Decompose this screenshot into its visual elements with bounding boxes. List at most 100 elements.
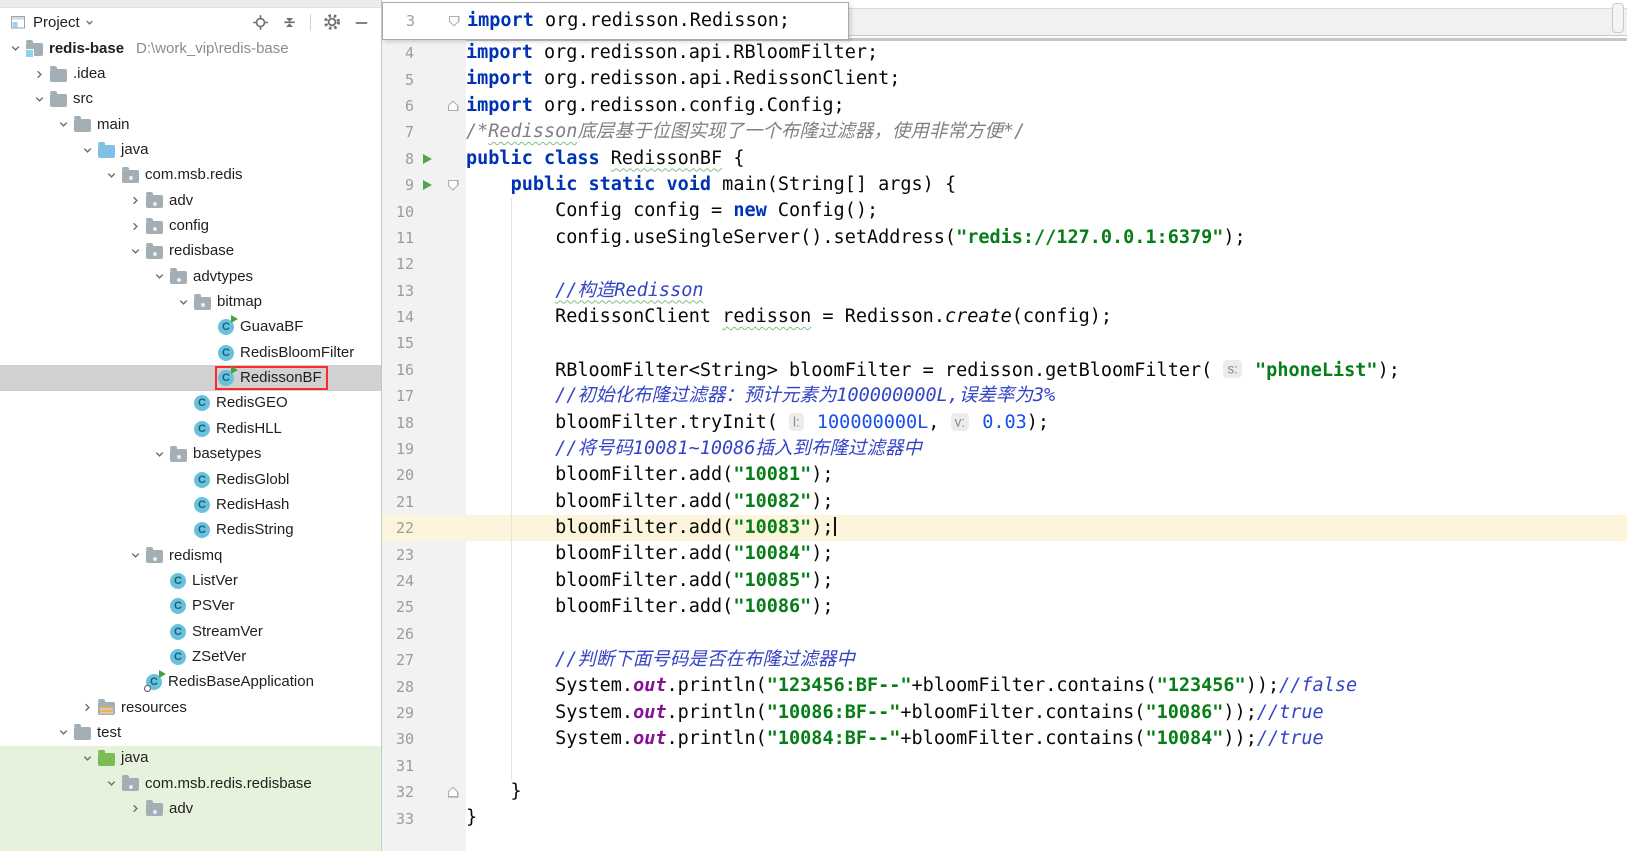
- tree-item-src[interactable]: src: [0, 87, 381, 112]
- code-line-7[interactable]: 7 /*Redisson底层基于位图实现了一个布隆过滤器，使用非常方便*/: [382, 119, 1627, 146]
- code-line-16[interactable]: 16 RBloomFilter<String> bloomFilter = re…: [382, 356, 1627, 384]
- code-line-32[interactable]: 32 }: [382, 778, 1627, 806]
- chevron-down-icon[interactable]: [53, 723, 73, 743]
- fold-marker-icon[interactable]: [440, 100, 466, 112]
- chevron-down-icon[interactable]: [149, 444, 169, 464]
- panel-title[interactable]: Project: [33, 14, 80, 31]
- tree-item-RedisHash[interactable]: C RedisHash: [0, 492, 381, 517]
- tree-item-java[interactable]: java: [0, 745, 381, 771]
- line-number[interactable]: 11: [382, 229, 414, 247]
- chevron-down-icon[interactable]: [149, 267, 169, 287]
- chevron-right-icon[interactable]: [125, 216, 145, 236]
- tree-item-resources[interactable]: resources: [0, 695, 381, 720]
- line-number[interactable]: 20: [382, 466, 414, 484]
- line-number[interactable]: 15: [382, 334, 414, 352]
- chevron-down-icon[interactable]: [53, 115, 73, 135]
- line-number[interactable]: 31: [382, 757, 414, 775]
- hide-panel-icon[interactable]: [351, 12, 371, 32]
- line-number[interactable]: 9: [382, 176, 414, 194]
- line-number[interactable]: 19: [382, 440, 414, 458]
- line-number[interactable]: 28: [382, 678, 414, 696]
- code-line-19[interactable]: 19 //将号码10081~10086插入到布隆过滤器中: [382, 435, 1627, 463]
- chevron-down-icon[interactable]: [125, 241, 145, 261]
- tree-item-RedisHLL[interactable]: C RedisHLL: [0, 416, 381, 441]
- tree-item-RedissonBF[interactable]: C RedissonBF: [0, 365, 381, 391]
- sticky-line-3[interactable]: 3 import org.redisson.Redisson;: [382, 2, 849, 40]
- line-number[interactable]: 21: [382, 493, 414, 511]
- line-number[interactable]: 3: [383, 12, 415, 30]
- tree-item-ListVer[interactable]: C ListVer: [0, 568, 381, 593]
- chevron-right-icon[interactable]: [125, 191, 145, 211]
- line-number[interactable]: 27: [382, 651, 414, 669]
- code-line-14[interactable]: 14 RedissonClient redisson = Redisson.cr…: [382, 303, 1627, 331]
- chevron-down-icon[interactable]: [77, 140, 97, 160]
- panel-title-dropdown-icon[interactable]: [84, 17, 95, 28]
- line-number[interactable]: 25: [382, 598, 414, 616]
- tree-item-RedisGEO[interactable]: C RedisGEO: [0, 391, 381, 416]
- tree-item-config[interactable]: config: [0, 213, 381, 238]
- chevron-right-icon[interactable]: [29, 64, 49, 84]
- code-line-9[interactable]: 9 public static void main(String[] args)…: [382, 171, 1627, 199]
- line-number[interactable]: 13: [382, 282, 414, 300]
- code-line-12[interactable]: 12: [382, 251, 1627, 278]
- chevron-down-icon[interactable]: [101, 165, 121, 185]
- tree-item-.idea[interactable]: .idea: [0, 61, 381, 86]
- line-number[interactable]: 5: [382, 71, 414, 89]
- tree-item-PSVer[interactable]: C PSVer: [0, 594, 381, 619]
- line-number[interactable]: 18: [382, 414, 414, 432]
- chevron-down-icon[interactable]: [77, 748, 97, 768]
- line-number[interactable]: 26: [382, 625, 414, 643]
- collapse-all-icon[interactable]: [279, 12, 299, 32]
- code-line-23[interactable]: 23 bloomFilter.add("10084");: [382, 541, 1627, 568]
- chevron-right-icon[interactable]: [77, 698, 97, 718]
- run-line-icon[interactable]: [414, 153, 440, 164]
- code-line-21[interactable]: 21 bloomFilter.add("10082");: [382, 488, 1627, 516]
- tree-item-RedisGlobl[interactable]: C RedisGlobl: [0, 467, 381, 492]
- code-line-5[interactable]: 5 import org.redisson.api.RedissonClient;: [382, 66, 1627, 93]
- code-line-15[interactable]: 15: [382, 330, 1627, 357]
- tree-item-ZSetVer[interactable]: C ZSetVer: [0, 644, 381, 669]
- code-line-20[interactable]: 20 bloomFilter.add("10081");: [382, 462, 1627, 489]
- tree-item-adv[interactable]: adv: [0, 796, 381, 822]
- code-line-28[interactable]: 28 System.out.println("123456:BF--"+bloo…: [382, 673, 1627, 700]
- chevron-right-icon[interactable]: [125, 799, 145, 819]
- tree-item-RedisString[interactable]: C RedisString: [0, 518, 381, 543]
- line-number[interactable]: 32: [382, 783, 414, 801]
- chevron-down-icon[interactable]: [125, 546, 145, 566]
- code-line-4[interactable]: 4 import org.redisson.api.RBloomFilter;: [382, 40, 1627, 67]
- run-line-icon[interactable]: [414, 180, 440, 191]
- tree-item-com.msb.redis.redisbase[interactable]: com.msb.redis.redisbase: [0, 770, 381, 797]
- tree-item-com.msb.redis[interactable]: com.msb.redis: [0, 163, 381, 188]
- code-line-24[interactable]: 24 bloomFilter.add("10085");: [382, 567, 1627, 595]
- code-line-26[interactable]: 26: [382, 620, 1627, 647]
- code-line-22[interactable]: 22 bloomFilter.add("10083");: [382, 515, 1627, 542]
- tree-item-java[interactable]: java: [0, 137, 381, 162]
- code-line-33[interactable]: 33}: [382, 805, 1627, 832]
- tree-item-redismq[interactable]: redismq: [0, 543, 381, 568]
- code-editor[interactable]: 4 import org.redisson.api.RBloomFilter; 5 i…: [382, 0, 1627, 851]
- tree-item-test[interactable]: test: [0, 720, 381, 745]
- locate-file-icon[interactable]: [250, 12, 270, 32]
- tree-item-adv[interactable]: adv: [0, 188, 381, 213]
- tree-item-advtypes[interactable]: advtypes: [0, 264, 381, 289]
- line-number[interactable]: 16: [382, 361, 414, 379]
- code-line-8[interactable]: 8 public class RedissonBF {: [382, 145, 1627, 172]
- chevron-down-icon[interactable]: [173, 292, 193, 312]
- fold-marker-icon[interactable]: [440, 179, 466, 191]
- line-number[interactable]: 8: [382, 150, 414, 168]
- line-number[interactable]: 12: [382, 255, 414, 273]
- tree-item-main[interactable]: main: [0, 112, 381, 137]
- line-number[interactable]: 7: [382, 123, 414, 141]
- tree-item-RedisBloomFilter[interactable]: C RedisBloomFilter: [0, 340, 381, 365]
- tree-item-redis-base[interactable]: redis-base D:\work_vip\redis-base: [0, 36, 381, 61]
- tree-item-bitmap[interactable]: bitmap: [0, 289, 381, 314]
- line-number[interactable]: 14: [382, 308, 414, 326]
- code-line-30[interactable]: 30 System.out.println("10084:BF--"+bloom…: [382, 726, 1627, 753]
- code-line-18[interactable]: 18 bloomFilter.tryInit( l: 100000000L, v…: [382, 409, 1627, 436]
- code-line-25[interactable]: 25 bloomFilter.add("10086");: [382, 594, 1627, 621]
- code-line-17[interactable]: 17 //初始化布隆过滤器：预计元素为100000000L,误差率为3%: [382, 383, 1627, 410]
- line-number[interactable]: 29: [382, 704, 414, 722]
- tree-item-GuavaBF[interactable]: C GuavaBF: [0, 315, 381, 340]
- fold-marker-icon[interactable]: [440, 786, 466, 798]
- fold-marker-icon[interactable]: [441, 15, 467, 27]
